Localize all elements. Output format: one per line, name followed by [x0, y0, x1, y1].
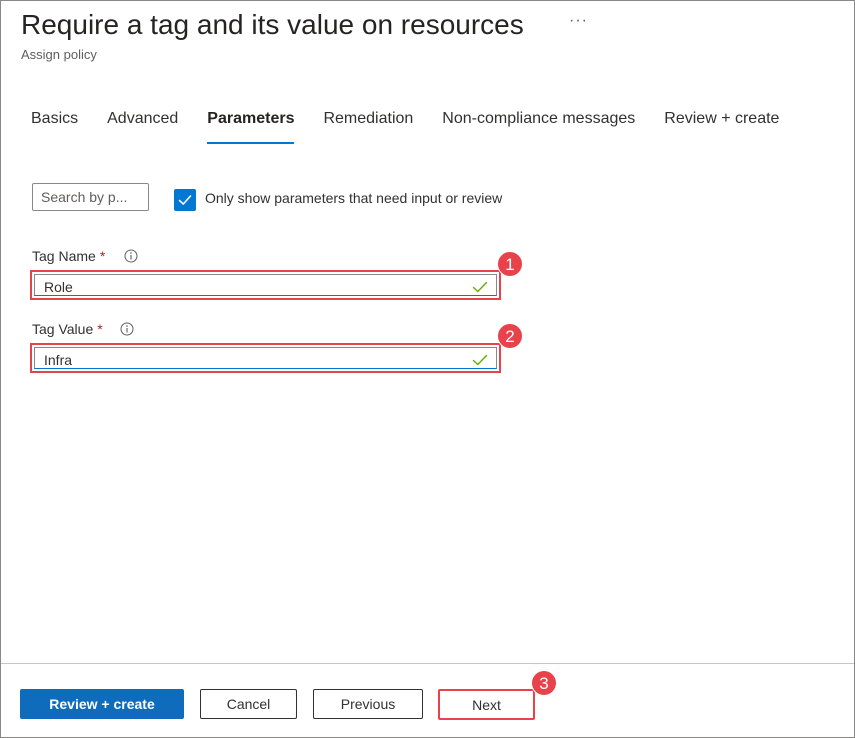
page-title: Require a tag and its value on resources [21, 9, 524, 40]
tab-non-compliance-messages[interactable]: Non-compliance messages [442, 110, 635, 144]
tag-value-label-text: Tag Value [32, 321, 94, 337]
tag-value-value: Infra [44, 352, 73, 368]
previous-button[interactable]: Previous [313, 689, 423, 719]
valid-check-icon [472, 354, 488, 366]
required-asterisk: * [97, 321, 103, 337]
review-create-button[interactable]: Review + create [20, 689, 184, 719]
tag-name-label-text: Tag Name [32, 248, 96, 264]
footer-divider [1, 663, 854, 664]
tab-basics[interactable]: Basics [31, 110, 78, 144]
tab-review-create[interactable]: Review + create [664, 110, 779, 144]
annotation-badge-2: 2 [497, 323, 523, 349]
tag-name-value: Role [44, 279, 73, 295]
annotation-badge-1: 1 [497, 251, 523, 277]
next-button[interactable]: Next [438, 689, 535, 720]
info-icon[interactable] [120, 322, 134, 336]
tab-remediation[interactable]: Remediation [323, 110, 413, 144]
tag-value-input[interactable]: Infra [34, 347, 497, 369]
tag-name-field-highlight: Role [30, 270, 501, 300]
tag-name-label: Tag Name * [32, 248, 105, 264]
page-subtitle: Assign policy [21, 47, 97, 62]
annotation-badge-3: 3 [531, 670, 557, 696]
info-icon[interactable] [124, 249, 138, 263]
only-show-parameters-checkbox[interactable] [174, 189, 196, 211]
valid-check-icon [472, 281, 488, 293]
tab-bar: Basics Advanced Parameters Remediation N… [31, 110, 808, 144]
tab-parameters[interactable]: Parameters [207, 110, 295, 144]
parameter-search-input[interactable] [32, 183, 149, 211]
tag-name-input[interactable]: Role [34, 274, 497, 296]
required-asterisk: * [99, 248, 106, 264]
tab-advanced[interactable]: Advanced [107, 110, 178, 144]
tag-value-field-highlight: Infra [30, 343, 501, 373]
cancel-button[interactable]: Cancel [200, 689, 297, 719]
checkmark-icon [178, 195, 192, 205]
tag-value-label: Tag Value * [32, 321, 103, 337]
only-show-parameters-label: Only show parameters that need input or … [205, 190, 503, 206]
more-options-icon[interactable]: ··· [569, 12, 588, 30]
